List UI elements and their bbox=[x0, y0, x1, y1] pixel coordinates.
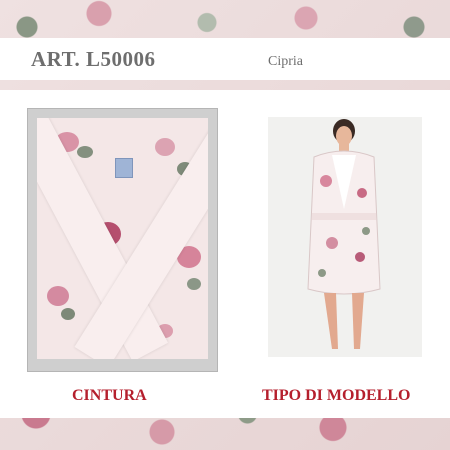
model-type-label: TIPO DI MODELLO bbox=[262, 387, 411, 404]
color-name: Cipria bbox=[268, 54, 303, 69]
model-photo bbox=[268, 117, 422, 357]
article-code: ART. L50006 bbox=[31, 47, 156, 71]
boxed-garment-photo bbox=[27, 108, 218, 372]
model-figure bbox=[268, 117, 422, 357]
folded-robe bbox=[37, 118, 208, 359]
belt-label: CINTURA bbox=[72, 387, 147, 404]
header-bar: ART. L50006 Cipria bbox=[0, 38, 450, 80]
garment-label-tag bbox=[115, 158, 133, 178]
